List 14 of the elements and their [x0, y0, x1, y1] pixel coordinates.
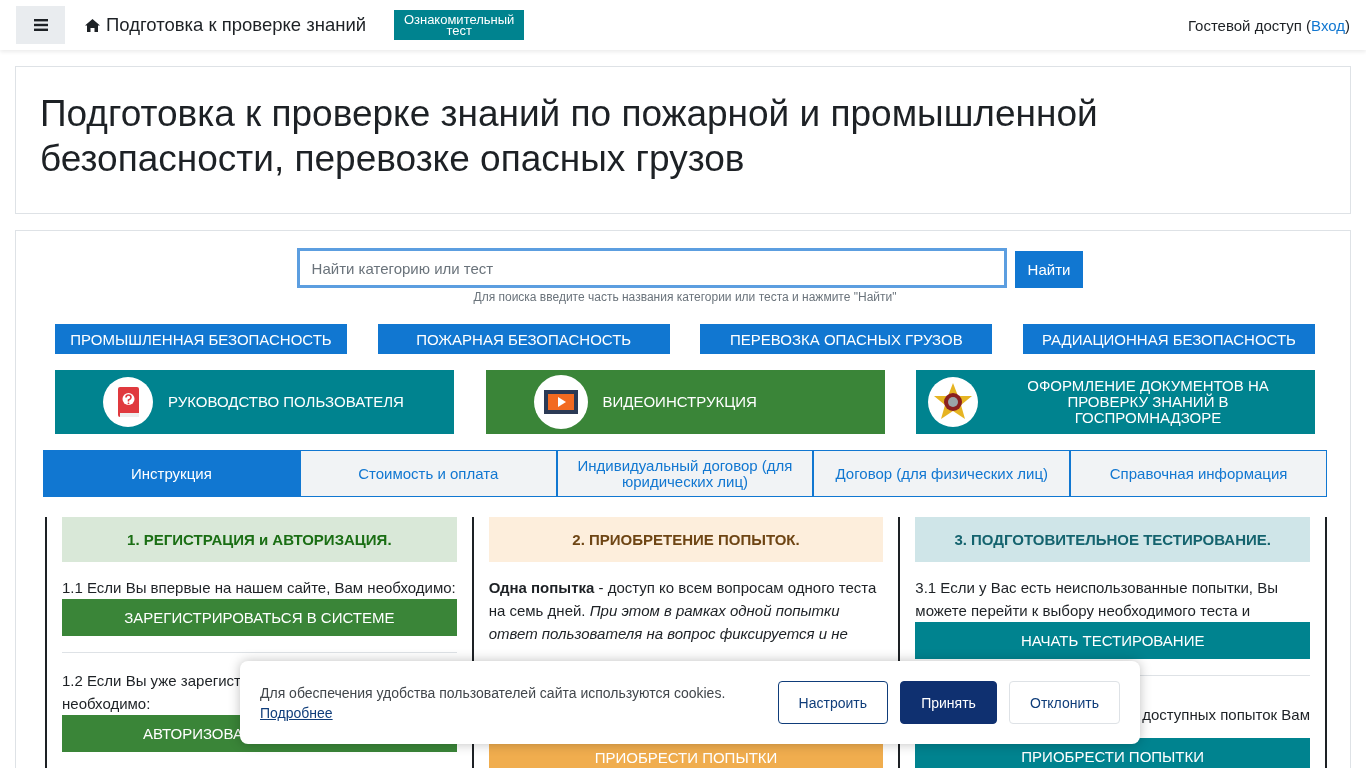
guest-access-text: ) — [1345, 16, 1350, 34]
instruction-text: доступных попыток Вам — [1142, 705, 1310, 725]
instruction-text: 1.2 Если Вы уже зарегист необходимо: — [62, 671, 241, 714]
cookie-text: Для обеспечения удобства пользователей сайта используются cookies. — [260, 684, 726, 701]
section-heading: 3. ПОДГОТОВИТЕЛЬНОЕ ТЕСТИРОВАНИЕ. — [915, 517, 1310, 562]
instruction-text: 3.1 Если у Вас есть неиспользованные попытки, Вы можете перейти к выбору необходимого теста и — [915, 578, 1279, 621]
page-heading: Подготовка к проверке знаний по пожарной и промышленной безопасности, перевозке опасных грузов — [39, 92, 1099, 181]
section-heading: 1. РЕГИСТРАЦИЯ и АВТОРИЗАЦИЯ. — [62, 517, 457, 562]
search-hint: Для поиска введите часть названия категории или теста и нажмите "Найти" — [472, 290, 898, 304]
instruction-text: 1.1 Если Вы впервые на нашем сайте, Вам необходимо: — [62, 578, 456, 598]
guest-access-text: Гостевой доступ ( — [1187, 16, 1312, 34]
demo-badge: Ознакомительный тест — [394, 10, 525, 40]
instruction-text: Одна попытка - доступ ко всем вопросам одного теста на семь дней. При этом в рамках одной попытки ответ пользователя на вопрос фиксируется и не — [488, 578, 878, 644]
section-heading: 2. ПРИОБРЕТЕНИЕ ПОПЫТОК. — [488, 517, 884, 562]
